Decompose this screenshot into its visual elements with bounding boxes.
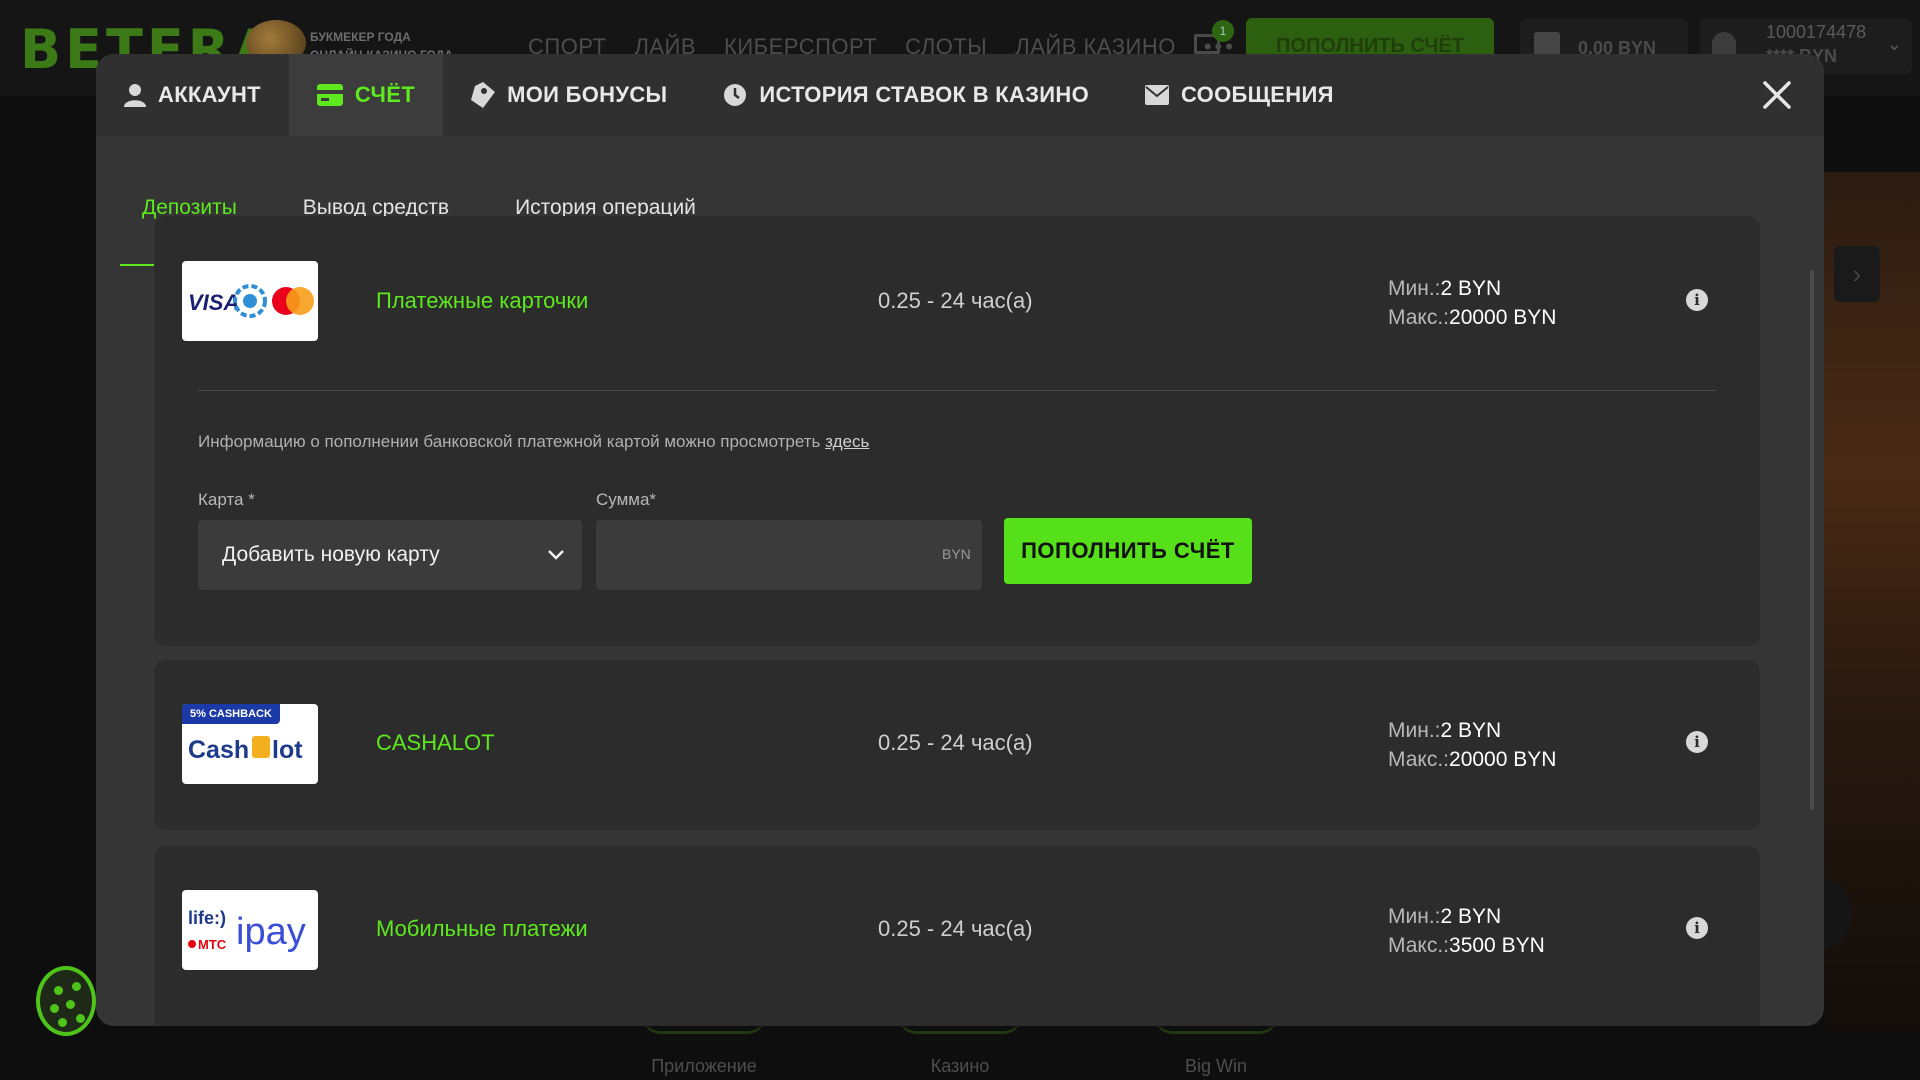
max-value: 20000 BYN: [1449, 306, 1557, 329]
method-name[interactable]: Мобильные платежи: [376, 916, 588, 942]
payment-method-cashalot[interactable]: 5% CASHBACK Cash lot CASHALOT 0.25 - 24 …: [154, 660, 1760, 830]
deposit-info-sentence: Информацию о пополнении банковской плате…: [198, 432, 821, 451]
method-processing-time: 0.25 - 24 час(а): [878, 916, 1033, 941]
clock-icon: [724, 84, 747, 106]
amount-currency: BYN: [942, 546, 971, 562]
method-processing-time: 0.25 - 24 час(а): [878, 730, 1033, 755]
method-name[interactable]: CASHALOT: [376, 730, 495, 756]
payment-method-cards: VISA Платежные карточки 0.25 - 24 час(а)…: [154, 216, 1760, 646]
max-label: Макс.:: [1388, 748, 1450, 771]
min-label: Мин.:: [1388, 905, 1441, 928]
svg-text:МТС: МТС: [198, 937, 227, 952]
tab-casino-history-label: ИСТОРИЯ СТАВОК В КАЗИНО: [759, 82, 1090, 107]
tab-messages[interactable]: СООБЩЕНИЯ: [1117, 54, 1362, 136]
tab-account-balance[interactable]: СЧЁТ: [288, 54, 444, 136]
chevron-down-icon: [548, 550, 564, 560]
svg-text:life:): life:): [188, 908, 226, 928]
amount-input[interactable]: [596, 520, 982, 590]
max-label: Макс.:: [1388, 934, 1450, 957]
min-label: Мин.:: [1388, 277, 1441, 300]
account-modal: АККАУНТ СЧЁТ МОИ БОНУСЫ ИСТОРИЯ СТАВОК В…: [96, 54, 1824, 1026]
method-limits: Мин.:2 BYN Макс.:20000 BYN: [1388, 716, 1556, 774]
tab-account[interactable]: АККАУНТ: [96, 54, 289, 136]
modal-scrollbar[interactable]: [1810, 270, 1814, 810]
mail-count-badge: 1: [1212, 20, 1234, 42]
tab-bonuses[interactable]: МОИ БОНУСЫ: [443, 54, 695, 136]
max-label: Макс.:: [1388, 306, 1450, 329]
svg-text:ipay: ipay: [236, 911, 306, 953]
svg-text:VISA: VISA: [188, 290, 239, 315]
mobile-payments-logo: life:) МТС ipay: [182, 890, 318, 970]
chevron-down-icon[interactable]: ⌄: [1887, 34, 1902, 55]
min-value: 2 BYN: [1440, 719, 1502, 742]
cookie-settings-icon[interactable]: [36, 966, 96, 1036]
modal-tabs: АККАУНТ СЧЁТ МОИ БОНУСЫ ИСТОРИЯ СТАВОК В…: [96, 54, 1824, 136]
award-line-1: БУКМЕКЕР ГОДА: [310, 30, 411, 44]
wallet-icon: [316, 84, 343, 106]
info-icon[interactable]: i: [1686, 289, 1708, 311]
mail-icon: [1145, 85, 1170, 105]
svg-text:Cash: Cash: [188, 736, 249, 764]
card-select-value: Добавить новую карту: [222, 543, 440, 566]
payment-method-mobile[interactable]: life:) МТС ipay Мобильные платежи 0.25 -…: [154, 846, 1760, 1026]
deposit-info-link[interactable]: здесь: [825, 432, 869, 451]
card-select[interactable]: Добавить новую карту: [198, 520, 582, 590]
close-icon[interactable]: [1760, 78, 1794, 112]
min-value: 2 BYN: [1440, 905, 1502, 928]
tab-casino-history[interactable]: ИСТОРИЯ СТАВОК В КАЗИНО: [695, 54, 1117, 136]
cashback-badge: 5% CASHBACK: [182, 704, 280, 724]
life-mts-ipay-icon: life:) МТС ipay: [188, 908, 306, 953]
svg-text:lot: lot: [272, 736, 303, 764]
quick-link-casino[interactable]: Казино: [880, 1056, 1040, 1077]
max-value: 3500 BYN: [1449, 934, 1545, 957]
method-limits: Мин.:2 BYN Макс.:3500 BYN: [1388, 902, 1545, 960]
cards-logo: VISA: [182, 261, 318, 341]
user-icon: [124, 84, 146, 107]
quick-link-big-win[interactable]: Big Win: [1136, 1056, 1296, 1077]
min-value: 2 BYN: [1440, 277, 1502, 300]
quick-link-app[interactable]: Приложение: [624, 1056, 784, 1077]
card-field-label: Карта *: [198, 490, 255, 509]
deposit-info-text: Информацию о пополнении банковской плате…: [198, 432, 869, 452]
min-label: Мин.:: [1388, 719, 1441, 742]
amount-field-label: Сумма*: [596, 490, 657, 509]
method-limits: Мин.:2 BYN Макс.:20000 BYN: [1388, 274, 1556, 332]
cashalot-logo: 5% CASHBACK Cash lot: [182, 704, 318, 784]
info-icon[interactable]: i: [1686, 731, 1708, 753]
tab-account-label: АККАУНТ: [158, 82, 261, 107]
user-id: 1000174478: [1766, 22, 1867, 42]
deposit-submit-button[interactable]: ПОПОЛНИТЬ СЧЁТ: [1004, 518, 1252, 584]
divider: [198, 390, 1716, 391]
method-name[interactable]: Платежные карточки: [376, 288, 588, 314]
tab-bonuses-label: МОИ БОНУСЫ: [507, 82, 668, 107]
info-icon[interactable]: i: [1686, 917, 1708, 939]
method-processing-time: 0.25 - 24 час(а): [878, 288, 1033, 313]
banner-next-arrow-icon[interactable]: ›: [1834, 246, 1880, 302]
bottom-quick-links: Приложение Казино Big Win: [620, 1018, 1340, 1080]
tab-messages-label: СООБЩЕНИЯ: [1181, 82, 1334, 107]
tab-account-balance-label: СЧЁТ: [354, 82, 416, 107]
max-value: 20000 BYN: [1449, 748, 1557, 771]
tag-icon: [471, 82, 496, 108]
visa-belkart-mastercard-icon: VISA: [188, 284, 314, 318]
